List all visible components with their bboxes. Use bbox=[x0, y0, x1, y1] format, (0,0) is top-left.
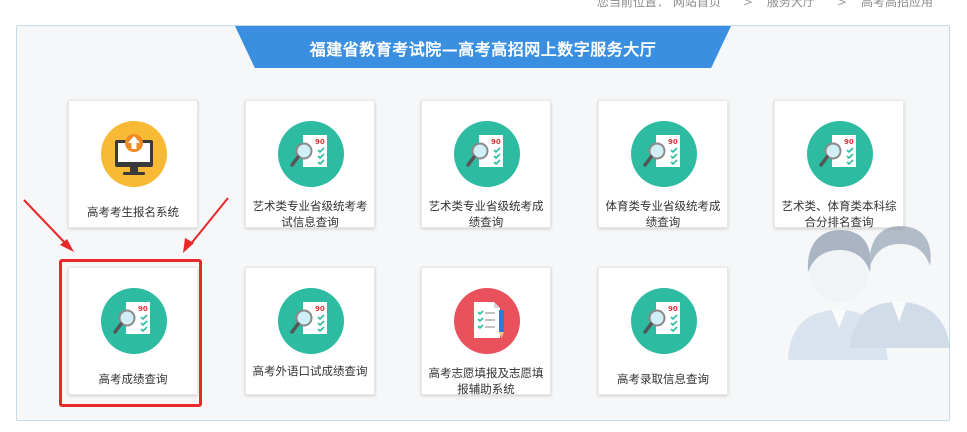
breadcrumb-separator: > bbox=[836, 0, 847, 9]
card-label: 体育类专业省级统考成绩查询 bbox=[605, 199, 721, 229]
svg-text:90: 90 bbox=[315, 138, 325, 146]
svg-text:90: 90 bbox=[668, 305, 678, 313]
card-label: 高考录取信息查询 bbox=[617, 372, 709, 386]
card-sports-exam-score[interactable]: 90 体育类专业省级统考成绩查询 bbox=[598, 100, 728, 229]
score-report-icon: 90 bbox=[631, 288, 697, 354]
highlight-box bbox=[59, 259, 202, 407]
card-label: 高考考生报名系统 bbox=[87, 205, 179, 219]
card-oral-english-score[interactable]: 90 高考外语口试成绩查询 bbox=[245, 267, 375, 395]
card-gaokao-registration[interactable]: 高考考生报名系统 bbox=[68, 100, 198, 228]
banner: 福建省教育考试院—高考高招网上数字服务大厅 bbox=[235, 26, 731, 68]
svg-text:90: 90 bbox=[315, 305, 325, 313]
breadcrumb: 您当前位置： 网站首页 > 服务大厅 > 高考高招应用 bbox=[593, 0, 933, 10]
checklist-pen-icon bbox=[454, 288, 520, 354]
score-report-icon: 90 bbox=[278, 288, 344, 354]
svg-text:90: 90 bbox=[668, 138, 678, 146]
card-label: 艺术类专业省级统考成绩查询 bbox=[428, 199, 544, 229]
card-art-sports-ranking[interactable]: 90 艺术类、体育类本科综合分排名查询 bbox=[774, 100, 904, 229]
breadcrumb-service-hall[interactable]: 服务大厅 bbox=[767, 0, 815, 9]
svg-text:90: 90 bbox=[844, 138, 854, 146]
score-report-icon: 90 bbox=[631, 121, 697, 187]
score-report-icon: 90 bbox=[454, 121, 520, 187]
card-label: 高考志愿填报及志愿填报辅助系统 bbox=[428, 366, 544, 396]
score-report-icon: 90 bbox=[278, 121, 344, 187]
card-label: 艺术类专业省级统考考试信息查询 bbox=[252, 199, 368, 229]
breadcrumb-home[interactable]: 网站首页 bbox=[673, 0, 721, 9]
banner-title: 福建省教育考试院—高考高招网上数字服务大厅 bbox=[309, 40, 657, 59]
card-application-system[interactable]: 高考志愿填报及志愿填报辅助系统 bbox=[421, 267, 551, 396]
card-art-exam-score[interactable]: 90 艺术类专业省级统考成绩查询 bbox=[421, 100, 551, 229]
breadcrumb-separator: > bbox=[742, 0, 753, 9]
card-label: 高考外语口试成绩查询 bbox=[252, 364, 368, 378]
score-report-icon: 90 bbox=[807, 121, 873, 187]
svg-text:90: 90 bbox=[491, 138, 501, 146]
computer-upload-icon bbox=[101, 121, 167, 187]
card-admission-info[interactable]: 90 高考录取信息查询 bbox=[598, 267, 728, 395]
card-art-exam-info[interactable]: 90 艺术类专业省级统考考试信息查询 bbox=[245, 100, 375, 229]
breadcrumb-current[interactable]: 高考高招应用 bbox=[861, 0, 933, 9]
breadcrumb-prefix: 您当前位置： bbox=[596, 0, 669, 9]
customer-service-agents-illustration bbox=[788, 226, 950, 360]
